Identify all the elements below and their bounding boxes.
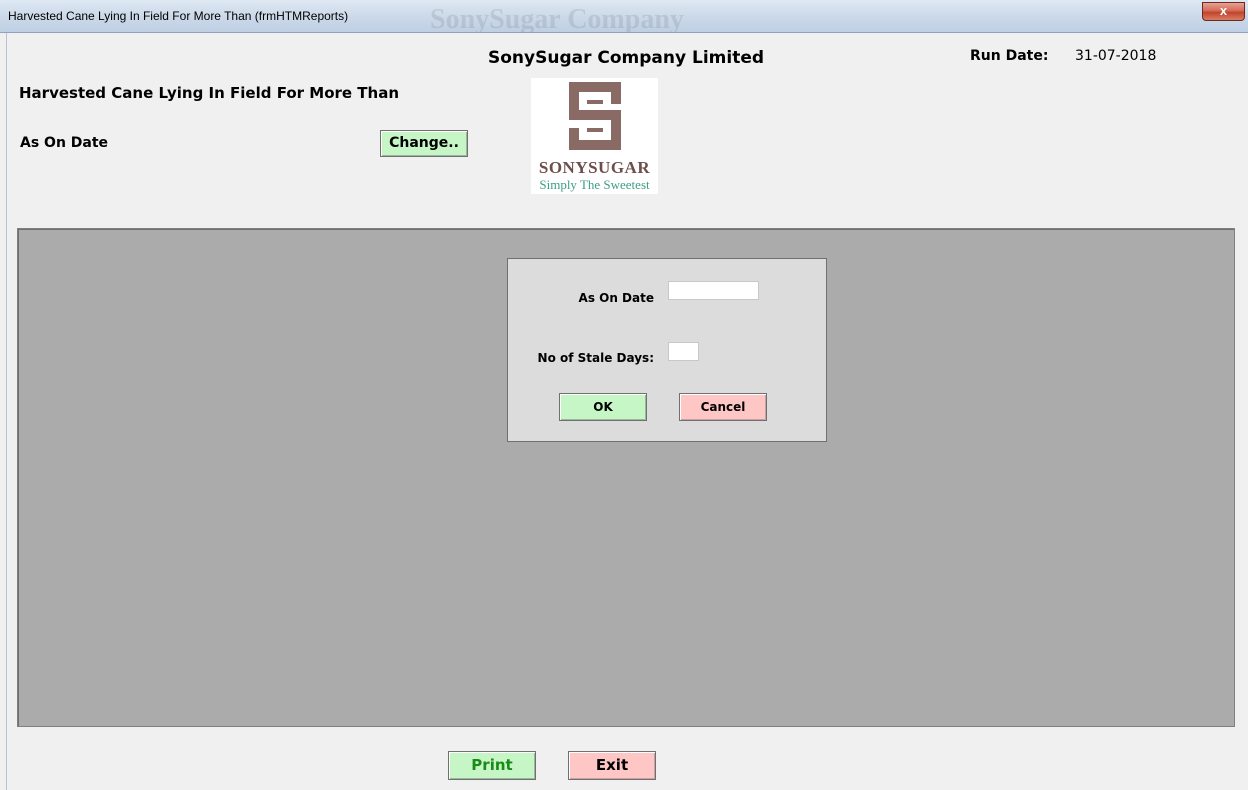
title-bar[interactable]: SonySugar Company Harvested Cane Lying I… [0, 0, 1248, 33]
company-logo: SONYSUGAR Simply The Sweetest [531, 78, 658, 194]
print-button[interactable]: Print [448, 751, 536, 780]
parameter-dialog: As On Date No of Stale Days: OK Cancel [507, 258, 827, 442]
run-date-value: 31-07-2018 [1075, 48, 1157, 64]
as-on-date-label: As On Date [20, 135, 109, 151]
change-button[interactable]: Change.. [380, 130, 468, 157]
exit-button[interactable]: Exit [568, 751, 656, 780]
close-button[interactable]: x [1202, 2, 1245, 21]
window-title: Harvested Cane Lying In Field For More T… [8, 9, 349, 23]
close-icon: x [1219, 3, 1228, 18]
dialog-as-on-date-label: As On Date [578, 291, 654, 305]
run-date-label: Run Date: [970, 48, 1049, 64]
company-name: SonySugar Company Limited [488, 48, 765, 68]
background-window-title: SonySugar Company [430, 4, 684, 33]
stale-days-label: No of Stale Days: [537, 351, 654, 365]
as-on-date-input[interactable] [668, 281, 759, 300]
ok-button[interactable]: OK [559, 393, 647, 421]
stale-days-input[interactable] [668, 342, 699, 361]
sonysugar-logo-icon [569, 82, 621, 150]
cancel-button[interactable]: Cancel [679, 393, 767, 421]
logo-name: SONYSUGAR [538, 158, 651, 177]
logo-tagline: Simply The Sweetest [539, 177, 650, 192]
report-window: SonySugar Company Harvested Cane Lying I… [0, 0, 1248, 790]
report-title: Harvested Cane Lying In Field For More T… [19, 84, 400, 102]
